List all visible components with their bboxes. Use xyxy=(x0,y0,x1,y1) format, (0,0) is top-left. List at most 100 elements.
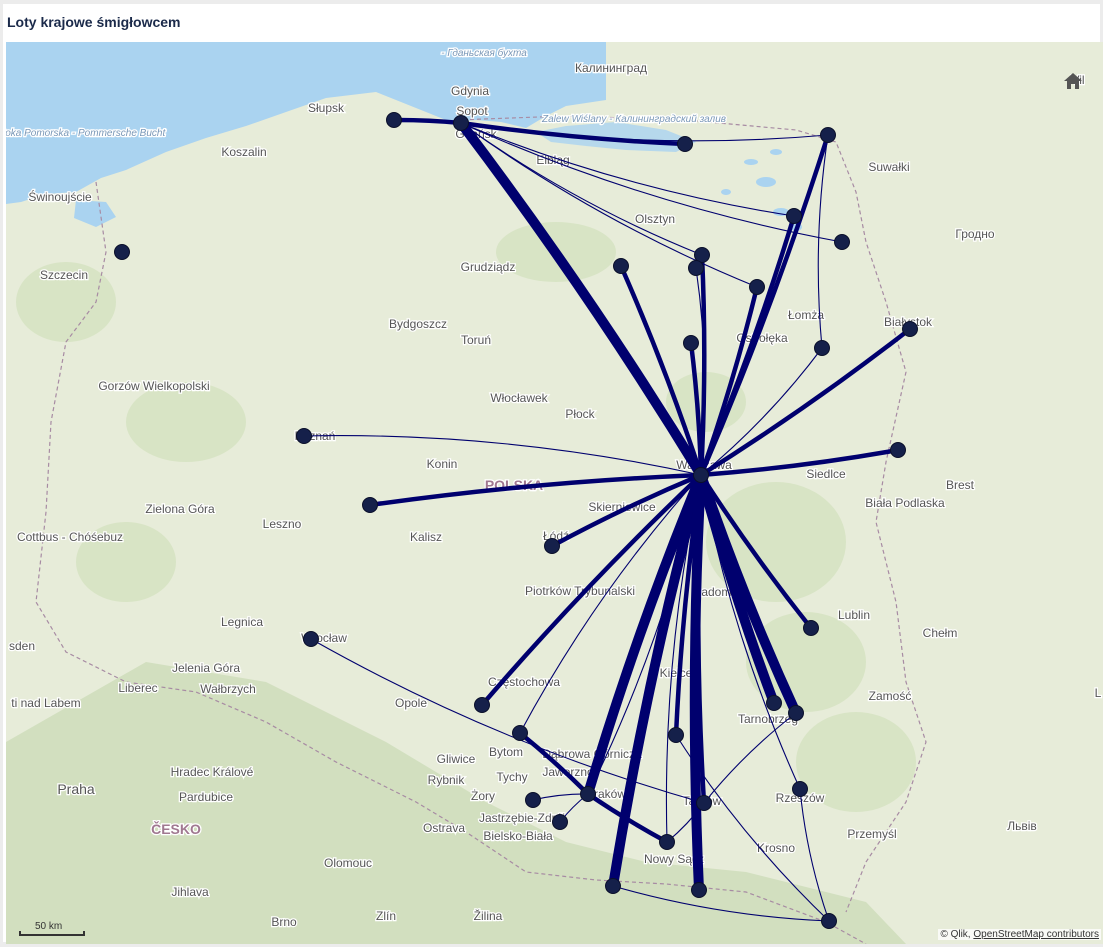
place-label: Ostrava xyxy=(423,821,465,835)
attribution-link[interactable]: OpenStreetMap contributors xyxy=(973,929,1099,940)
place-label: Gdynia xyxy=(451,84,489,98)
node-warszawa[interactable] xyxy=(693,467,709,483)
lake xyxy=(770,149,782,155)
place-label: Legnica xyxy=(221,615,263,629)
place-label: Olomouc xyxy=(324,856,372,870)
map[interactable]: - Гданьская бухтаКалининградVilGdyniaSop… xyxy=(6,42,1103,944)
place-label: Biała Podlaska xyxy=(865,496,945,510)
place-label: Jihlava xyxy=(171,885,209,899)
place-label: Калининград xyxy=(575,61,647,75)
place-label: Zielona Góra xyxy=(145,502,215,516)
node-zory[interactable] xyxy=(525,792,541,808)
node-tarnow[interactable] xyxy=(696,795,712,811)
node-gdansk[interactable] xyxy=(453,115,469,131)
place-label: ČESKO xyxy=(151,820,201,837)
node-krynica[interactable] xyxy=(691,882,707,898)
place-label: Elbląg xyxy=(536,153,569,167)
node-suwalki-n[interactable] xyxy=(820,127,836,143)
scale-bar-line xyxy=(19,931,85,936)
node-ostroda[interactable] xyxy=(613,258,629,274)
place-label: Kalisz xyxy=(410,530,442,544)
map-viewport[interactable]: - Гданьская бухтаКалининградVilGdyniaSop… xyxy=(6,42,1103,944)
place-label: Leszno xyxy=(263,517,302,531)
place-label: Krosno xyxy=(757,841,795,855)
node-pisz[interactable] xyxy=(749,279,765,295)
place-label: Słupsk xyxy=(308,101,345,115)
place-label: Konin xyxy=(427,457,458,471)
place-label: Cottbus - Chóśebuz xyxy=(17,530,123,544)
node-krakow[interactable] xyxy=(580,786,596,802)
node-rzeszow[interactable] xyxy=(792,781,808,797)
place-label: Chełm xyxy=(923,626,958,640)
place-label: Koszalin xyxy=(221,145,266,159)
place-label: Szczecin xyxy=(40,268,88,282)
place-label: Żory xyxy=(471,789,495,803)
place-label: Tychy xyxy=(496,770,527,784)
forest-area xyxy=(126,382,246,462)
place-label: Bydgoszcz xyxy=(389,317,447,331)
home-icon xyxy=(1064,73,1082,89)
node-nowy-sacz[interactable] xyxy=(659,834,675,850)
node-slupsk[interactable] xyxy=(386,112,402,128)
place-label: Jelenia Góra xyxy=(172,661,240,675)
node-wroclaw[interactable] xyxy=(303,631,319,647)
node-lodz[interactable] xyxy=(544,538,560,554)
scale-bar: 50 km xyxy=(19,921,87,936)
node-szczecin[interactable] xyxy=(114,244,130,260)
chart-panel: Loty krajowe śmigłowcem - Гданьская бухт… xyxy=(3,4,1103,944)
place-label: Suwałki xyxy=(868,160,909,174)
place-label: Zlín xyxy=(376,909,396,923)
place-label: Brest xyxy=(946,478,975,492)
place-label: Bielsko-Biała xyxy=(483,829,553,843)
place-label: Zamość xyxy=(869,689,912,703)
place-label: Brno xyxy=(271,915,297,929)
place-label: Lublin xyxy=(838,608,870,622)
lake xyxy=(721,189,731,195)
node-lomza[interactable] xyxy=(814,340,830,356)
place-label: - Гданьская бухта xyxy=(441,47,527,59)
node-bielsko[interactable] xyxy=(552,814,568,830)
node-elk[interactable] xyxy=(786,208,802,224)
place-label: Toruń xyxy=(461,333,491,347)
place-label: Rybnik xyxy=(428,773,466,787)
node-tarnobrzeg-b[interactable] xyxy=(788,705,804,721)
node-bieszczady[interactable] xyxy=(821,913,837,929)
node-ostroleka-w[interactable] xyxy=(683,335,699,351)
place-label: Žilina xyxy=(474,908,503,923)
place-label: Płock xyxy=(565,407,595,421)
place-label: Kielce xyxy=(660,666,693,680)
node-poznan[interactable] xyxy=(296,428,312,444)
place-label: Świnoujście xyxy=(28,189,92,204)
place-label: Olsztyn xyxy=(635,212,675,226)
place-label: L xyxy=(1095,686,1102,700)
node-augustow[interactable] xyxy=(834,234,850,250)
node-kaliningrad-lagoon[interactable] xyxy=(677,136,693,152)
page-title: Loty krajowe śmigłowcem xyxy=(7,14,181,30)
place-label: sden xyxy=(9,639,35,653)
place-label: Zatoka Pomorska - Pommersche Bucht xyxy=(6,128,166,139)
place-label: Praha xyxy=(57,781,95,797)
node-tarnobrzeg-a[interactable] xyxy=(766,695,782,711)
node-zakopane[interactable] xyxy=(605,878,621,894)
node-konin-w[interactable] xyxy=(362,497,378,513)
place-label: Opole xyxy=(395,696,427,710)
node-czestochowa[interactable] xyxy=(474,697,490,713)
place-label: Львів xyxy=(1007,819,1037,833)
attribution-prefix: © Qlik, xyxy=(940,929,974,940)
place-label: Zalew Wiślany - Калининградский залив xyxy=(541,114,726,125)
place-label: Gliwice xyxy=(437,752,476,766)
node-bytom[interactable] xyxy=(512,725,528,741)
place-label: Bytom xyxy=(489,745,523,759)
home-button[interactable] xyxy=(1062,70,1084,92)
place-label: Włocławek xyxy=(490,391,548,405)
node-lublin[interactable] xyxy=(803,620,819,636)
node-olsztyn-b[interactable] xyxy=(688,260,704,276)
node-siedlce-e[interactable] xyxy=(890,442,906,458)
node-bialystok[interactable] xyxy=(902,321,918,337)
place-label: Gorzów Wielkopolski xyxy=(98,379,209,393)
place-label: Гродно xyxy=(955,227,995,241)
basemap xyxy=(6,42,1103,944)
node-kielce-s[interactable] xyxy=(668,727,684,743)
lake xyxy=(756,177,776,187)
app-window: Loty krajowe śmigłowcem - Гданьская бухт… xyxy=(0,0,1103,947)
